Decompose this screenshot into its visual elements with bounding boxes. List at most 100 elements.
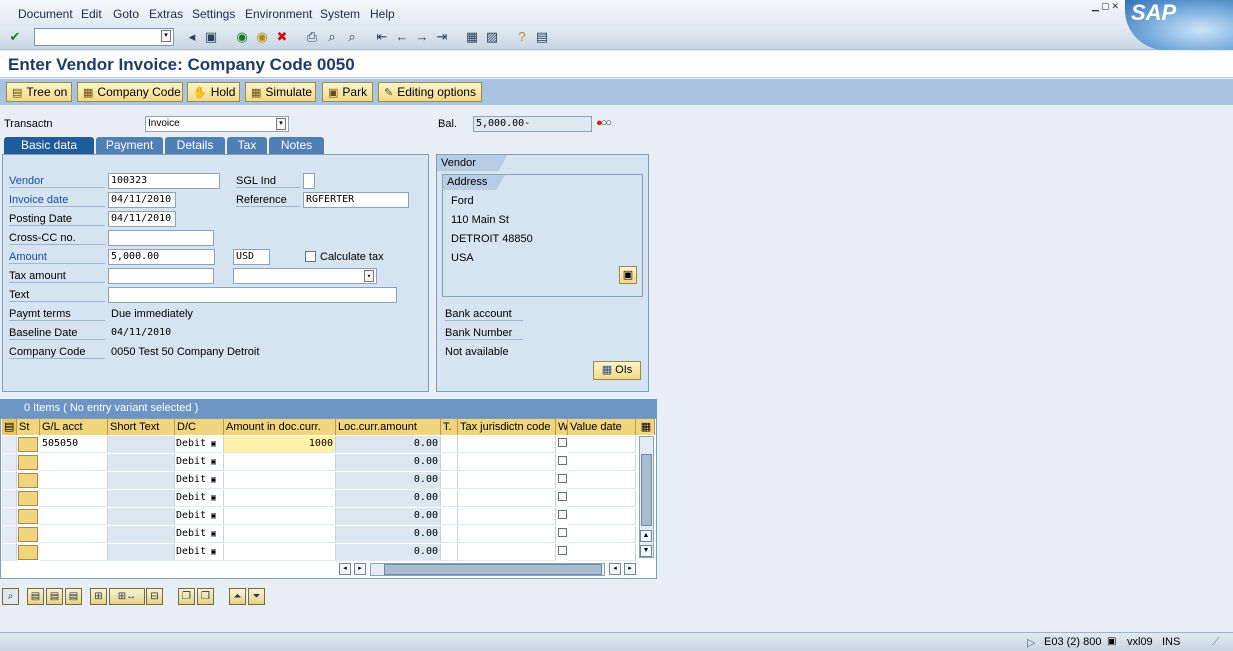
tab-tax[interactable]: Tax — [227, 137, 267, 154]
w-checkbox[interactable] — [558, 456, 567, 465]
dropdown-icon[interactable]: ▣ — [211, 490, 216, 506]
details-icon[interactable]: ⌕ — [2, 588, 19, 605]
value-date-cell[interactable] — [568, 526, 636, 543]
menu-help[interactable]: Help — [370, 7, 395, 21]
w-checkbox[interactable] — [558, 546, 567, 555]
tax-jurisdiction-cell[interactable] — [458, 436, 556, 453]
debit-credit-cell[interactable]: Debit ▣ — [175, 472, 224, 489]
row-selector[interactable] — [2, 508, 17, 525]
move-rows-icon[interactable]: ⊞↔ — [109, 588, 145, 605]
dropdown-icon[interactable]: ▣ — [211, 544, 216, 560]
amount-doc-cell[interactable] — [224, 472, 336, 489]
row-selector[interactable] — [2, 454, 17, 471]
dropdown-icon[interactable]: ▣ — [211, 436, 216, 452]
amount-input[interactable]: 5,000.00 — [108, 249, 215, 265]
invoice-date-input[interactable]: 04/11/2010 — [108, 192, 176, 208]
company-code-button[interactable]: ▦ Company Code — [77, 82, 183, 102]
vendor-input[interactable]: 100323 — [108, 173, 220, 189]
menu-extras[interactable]: Extras — [149, 7, 183, 21]
value-date-cell[interactable] — [568, 490, 636, 507]
tab-basic-data[interactable]: Basic data — [4, 137, 94, 154]
tax-code-select[interactable]: ▾ — [233, 268, 377, 284]
tax-code-cell[interactable] — [441, 508, 458, 525]
tax-code-cell[interactable] — [441, 454, 458, 471]
scroll-up-icon[interactable]: ▲ — [640, 530, 652, 542]
dropdown-icon[interactable]: ▣ — [211, 526, 216, 542]
reference-input[interactable]: RGFERTER — [303, 192, 409, 208]
tax-jurisdiction-cell[interactable] — [458, 544, 556, 561]
amount-doc-cell[interactable] — [224, 490, 336, 507]
save-icon[interactable]: ▣ — [203, 29, 219, 45]
dropdown-icon[interactable]: ▣ — [211, 472, 216, 488]
col-header-gl-acct[interactable]: G/L acct — [40, 419, 108, 435]
sgl-ind-input[interactable] — [303, 173, 315, 189]
previous-page-icon[interactable]: ← — [394, 29, 410, 45]
insert-row-icon[interactable]: ⊞ — [90, 588, 107, 605]
back-arrow-icon[interactable]: ◂ — [184, 29, 200, 45]
paste-row-icon[interactable]: ❐ — [197, 588, 214, 605]
filter-icon[interactable]: ⏷ — [248, 588, 265, 605]
row-selector[interactable] — [2, 472, 17, 489]
w-checkbox[interactable] — [558, 438, 567, 447]
menu-system[interactable]: System — [320, 7, 360, 21]
col-header-short-text[interactable]: Short Text — [108, 419, 175, 435]
last-page-icon[interactable]: ⇥ — [434, 29, 450, 45]
hold-button[interactable]: ✋ Hold — [187, 82, 240, 102]
gl-account-cell[interactable]: 505050 — [40, 436, 108, 453]
amount-doc-cell[interactable] — [224, 454, 336, 471]
amount-doc-cell[interactable] — [224, 508, 336, 525]
col-header-value-date[interactable]: Value date — [568, 419, 636, 435]
menu-goto[interactable]: Goto — [113, 7, 139, 21]
col-header-loc-amount[interactable]: Loc.curr.amount — [336, 419, 441, 435]
edit-address-icon[interactable]: ▣ — [619, 266, 637, 284]
col-header-tax-jurisdiction[interactable]: Tax jurisdictn code — [458, 419, 556, 435]
debit-credit-cell[interactable]: Debit ▣ — [175, 526, 224, 543]
value-date-cell[interactable] — [568, 472, 636, 489]
dropdown-icon[interactable]: ▣ — [211, 454, 216, 470]
gl-account-cell[interactable] — [40, 490, 108, 507]
tax-code-cell[interactable] — [441, 472, 458, 489]
next-page-icon[interactable]: → — [414, 29, 430, 45]
tax-jurisdiction-cell[interactable] — [458, 490, 556, 507]
tax-amount-input[interactable] — [108, 268, 214, 284]
w-checkbox[interactable] — [558, 510, 567, 519]
park-button[interactable]: ▣ Park — [322, 82, 373, 102]
amount-doc-cell[interactable]: 1000 — [224, 436, 336, 453]
gl-account-cell[interactable] — [40, 526, 108, 543]
currency-input[interactable]: USD — [233, 249, 270, 265]
layout-menu-icon[interactable]: ▤ — [534, 29, 550, 45]
dropdown-icon[interactable]: ▾ — [161, 30, 171, 42]
cancel-icon[interactable]: ✖ — [274, 29, 290, 45]
col-header-tax[interactable]: T. — [441, 419, 458, 435]
first-page-icon[interactable]: ⇤ — [374, 29, 390, 45]
dropdown-icon[interactable]: ▾ — [364, 270, 374, 282]
tax-code-cell[interactable] — [441, 544, 458, 561]
tax-jurisdiction-cell[interactable] — [458, 508, 556, 525]
print-icon[interactable]: ⎙ — [304, 29, 320, 45]
menu-settings[interactable]: Settings — [192, 7, 235, 21]
col-header-w[interactable]: W — [556, 419, 568, 435]
delete-row-icon[interactable]: ⊟ — [146, 588, 163, 605]
enter-icon[interactable]: ✔ — [7, 29, 23, 45]
value-date-cell[interactable] — [568, 508, 636, 525]
back-icon[interactable]: ◉ — [234, 29, 250, 45]
window-controls[interactable]: ▁▢✕ — [1092, 1, 1121, 12]
status-input-mode[interactable]: INS — [1162, 636, 1180, 648]
scroll-right-last-icon[interactable]: ▸ — [624, 563, 636, 575]
copy-row-icon[interactable]: ❐ — [178, 588, 195, 605]
scroll-left-first-icon[interactable]: ◂ — [339, 563, 351, 575]
help-icon[interactable]: ? — [514, 29, 530, 45]
status-expand-icon[interactable]: ▷ — [1027, 636, 1035, 649]
row-selector[interactable] — [2, 544, 17, 561]
value-date-cell[interactable] — [568, 436, 636, 453]
resize-grip-icon[interactable]: ⟋ — [1212, 636, 1220, 649]
status-session-icon[interactable]: ▣ — [1107, 636, 1116, 647]
dropdown-icon[interactable]: ▾ — [276, 118, 286, 130]
posting-date-input[interactable]: 04/11/2010 — [108, 211, 176, 227]
sort-icon[interactable]: ⏶ — [229, 588, 246, 605]
find-icon[interactable]: ⌕ — [324, 29, 340, 45]
amount-doc-cell[interactable] — [224, 526, 336, 543]
value-date-cell[interactable] — [568, 454, 636, 471]
menu-environment[interactable]: Environment — [245, 7, 312, 21]
col-header-amount-doc[interactable]: Amount in doc.curr. — [224, 419, 336, 435]
